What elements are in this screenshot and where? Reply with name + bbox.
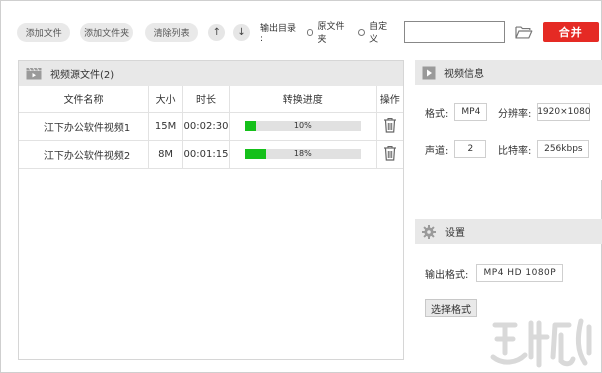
column-header: 文件名称 bbox=[19, 86, 150, 113]
move-up-button[interactable]: ↑ bbox=[208, 23, 226, 41]
column-header: 时长 bbox=[182, 86, 230, 113]
radio-custom-folder[interactable] bbox=[358, 28, 366, 36]
table-header-row: 文件名称 大小 时长 转换进度 操作 bbox=[19, 86, 403, 113]
play-icon bbox=[422, 66, 436, 79]
progress-text: 10% bbox=[293, 121, 312, 130]
move-down-button[interactable]: ↓ bbox=[233, 23, 251, 41]
action-cell bbox=[376, 112, 403, 141]
app-window: 添加文件 添加文件夹 清除列表 ↑ ↓ 输出目录 : 原文件夹 自定义 合并 视… bbox=[0, 0, 602, 373]
progress-text: 18% bbox=[293, 149, 312, 158]
gear-icon bbox=[422, 224, 436, 239]
folder-open-icon[interactable] bbox=[515, 25, 533, 39]
output-format-label: 输出格式: bbox=[425, 269, 469, 281]
bitrate-value: 256kbps bbox=[537, 140, 590, 158]
file-duration: 00:02:30 bbox=[182, 112, 230, 141]
table-row[interactable]: 江下办公软件视频2 8M 00:01:15 18% bbox=[19, 140, 403, 169]
output-dir-label: 输出目录 : bbox=[260, 23, 297, 44]
source-panel-header: 视频源文件(2) bbox=[19, 61, 403, 86]
file-name: 江下办公软件视频2 bbox=[19, 140, 150, 169]
file-duration: 00:01:15 bbox=[182, 140, 230, 169]
file-name: 江下办公软件视频1 bbox=[19, 112, 150, 141]
action-cell bbox=[376, 140, 403, 169]
add-file-button[interactable]: 添加文件 bbox=[17, 22, 71, 42]
format-label: 格式: bbox=[425, 108, 449, 120]
file-table: 文件名称 大小 时长 转换进度 操作 江下办公软件视频1 15M 00:02:3… bbox=[19, 86, 403, 169]
video-info-header: 视频信息 bbox=[415, 60, 602, 85]
resolution-label: 分辨率: bbox=[498, 108, 532, 120]
source-files-panel: 视频源文件(2) 文件名称 大小 时长 转换进度 操作 江下办公软件视频1 15… bbox=[18, 60, 404, 360]
radio-source-folder[interactable] bbox=[306, 28, 314, 36]
bitrate-field: 比特率: 256kbps bbox=[498, 140, 590, 158]
table-row[interactable]: 江下办公软件视频1 15M 00:02:30 10% bbox=[19, 112, 403, 141]
video-info-title: 视频信息 bbox=[444, 69, 484, 80]
progress-bar: 18% bbox=[244, 149, 361, 159]
video-info-body bbox=[415, 85, 602, 180]
channel-field: 声道: 2 bbox=[425, 140, 487, 158]
output-path-input[interactable] bbox=[403, 21, 505, 43]
toolbar: 添加文件 添加文件夹 清除列表 ↑ ↓ 输出目录 : 原文件夹 自定义 合并 bbox=[9, 15, 600, 49]
file-size: 15M bbox=[148, 112, 183, 141]
channel-value: 2 bbox=[454, 140, 487, 158]
settings-header: 设置 bbox=[415, 219, 602, 244]
clear-list-button[interactable]: 清除列表 bbox=[144, 22, 199, 42]
watermark-logo bbox=[490, 318, 592, 368]
file-size: 8M bbox=[148, 140, 183, 169]
output-format-field: 输出格式: MP4 HD 1080P bbox=[425, 264, 564, 282]
trash-icon[interactable] bbox=[383, 117, 397, 133]
column-header: 转换进度 bbox=[229, 86, 377, 113]
channel-label: 声道: bbox=[425, 145, 449, 157]
radio-source-folder-label: 原文件夹 bbox=[317, 22, 345, 45]
progress-cell: 18% bbox=[229, 140, 377, 169]
choose-format-button[interactable]: 选择格式 bbox=[425, 299, 477, 317]
format-value: MP4 bbox=[454, 103, 488, 121]
resolution-value: 1920×1080 bbox=[537, 103, 591, 121]
add-folder-button[interactable]: 添加文件夹 bbox=[80, 22, 133, 42]
column-header: 操作 bbox=[376, 86, 403, 113]
progress-cell: 10% bbox=[229, 112, 377, 141]
resolution-field: 分辨率: 1920×1080 bbox=[498, 103, 591, 121]
merge-button[interactable]: 合并 bbox=[542, 22, 600, 42]
progress-bar: 10% bbox=[244, 121, 361, 131]
column-header: 大小 bbox=[148, 86, 183, 113]
source-panel-title: 视频源文件(2) bbox=[50, 70, 115, 81]
video-clapper-icon bbox=[26, 67, 42, 80]
arrow-down-icon: ↓ bbox=[237, 26, 246, 38]
arrow-up-icon: ↑ bbox=[212, 26, 221, 38]
bitrate-label: 比特率: bbox=[498, 145, 532, 157]
radio-custom-folder-label: 自定义 bbox=[369, 22, 388, 45]
settings-title: 设置 bbox=[445, 228, 465, 239]
trash-icon[interactable] bbox=[383, 145, 397, 161]
output-format-value: MP4 HD 1080P bbox=[476, 264, 564, 282]
format-field: 格式: MP4 bbox=[425, 103, 488, 121]
